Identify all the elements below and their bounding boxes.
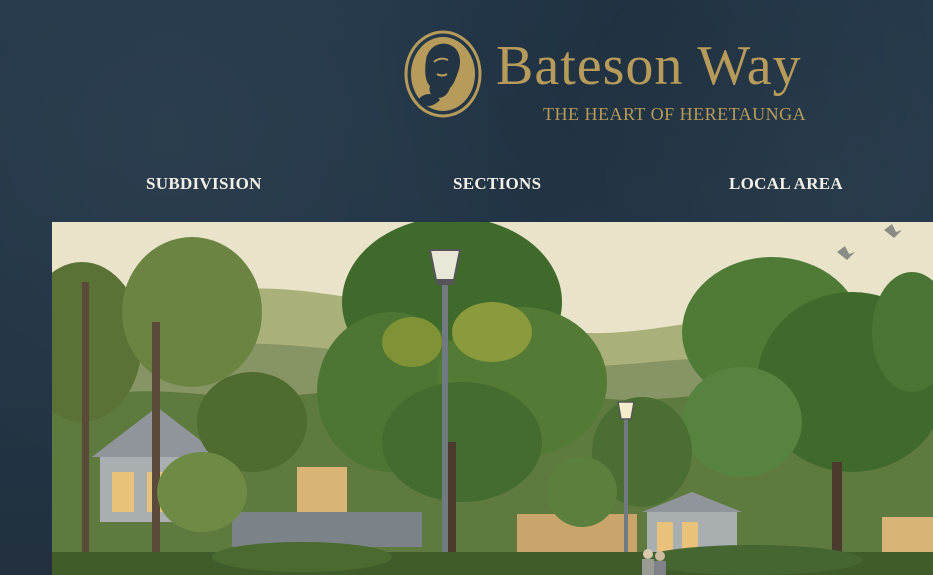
nav-item-subdivision[interactable]: SUBDIVISION [146,174,262,194]
page: Bateson Way THE HEART OF HERETAUNGA SUBD… [0,0,933,575]
nav-item-sections[interactable]: SECTIONS [453,174,541,194]
hero-image [52,222,933,575]
site-subtitle: THE HEART OF HERETAUNGA [543,104,807,124]
hero-illustration [52,222,933,575]
site-title: Bateson Way [496,35,802,97]
main-nav: SUBDIVISION SECTIONS LOCAL AREA [0,174,933,200]
nav-item-local-area[interactable]: LOCAL AREA [729,174,843,194]
portrait-medallion-icon [404,30,482,118]
site-logo[interactable]: Bateson Way THE HEART OF HERETAUNGA [404,30,874,130]
